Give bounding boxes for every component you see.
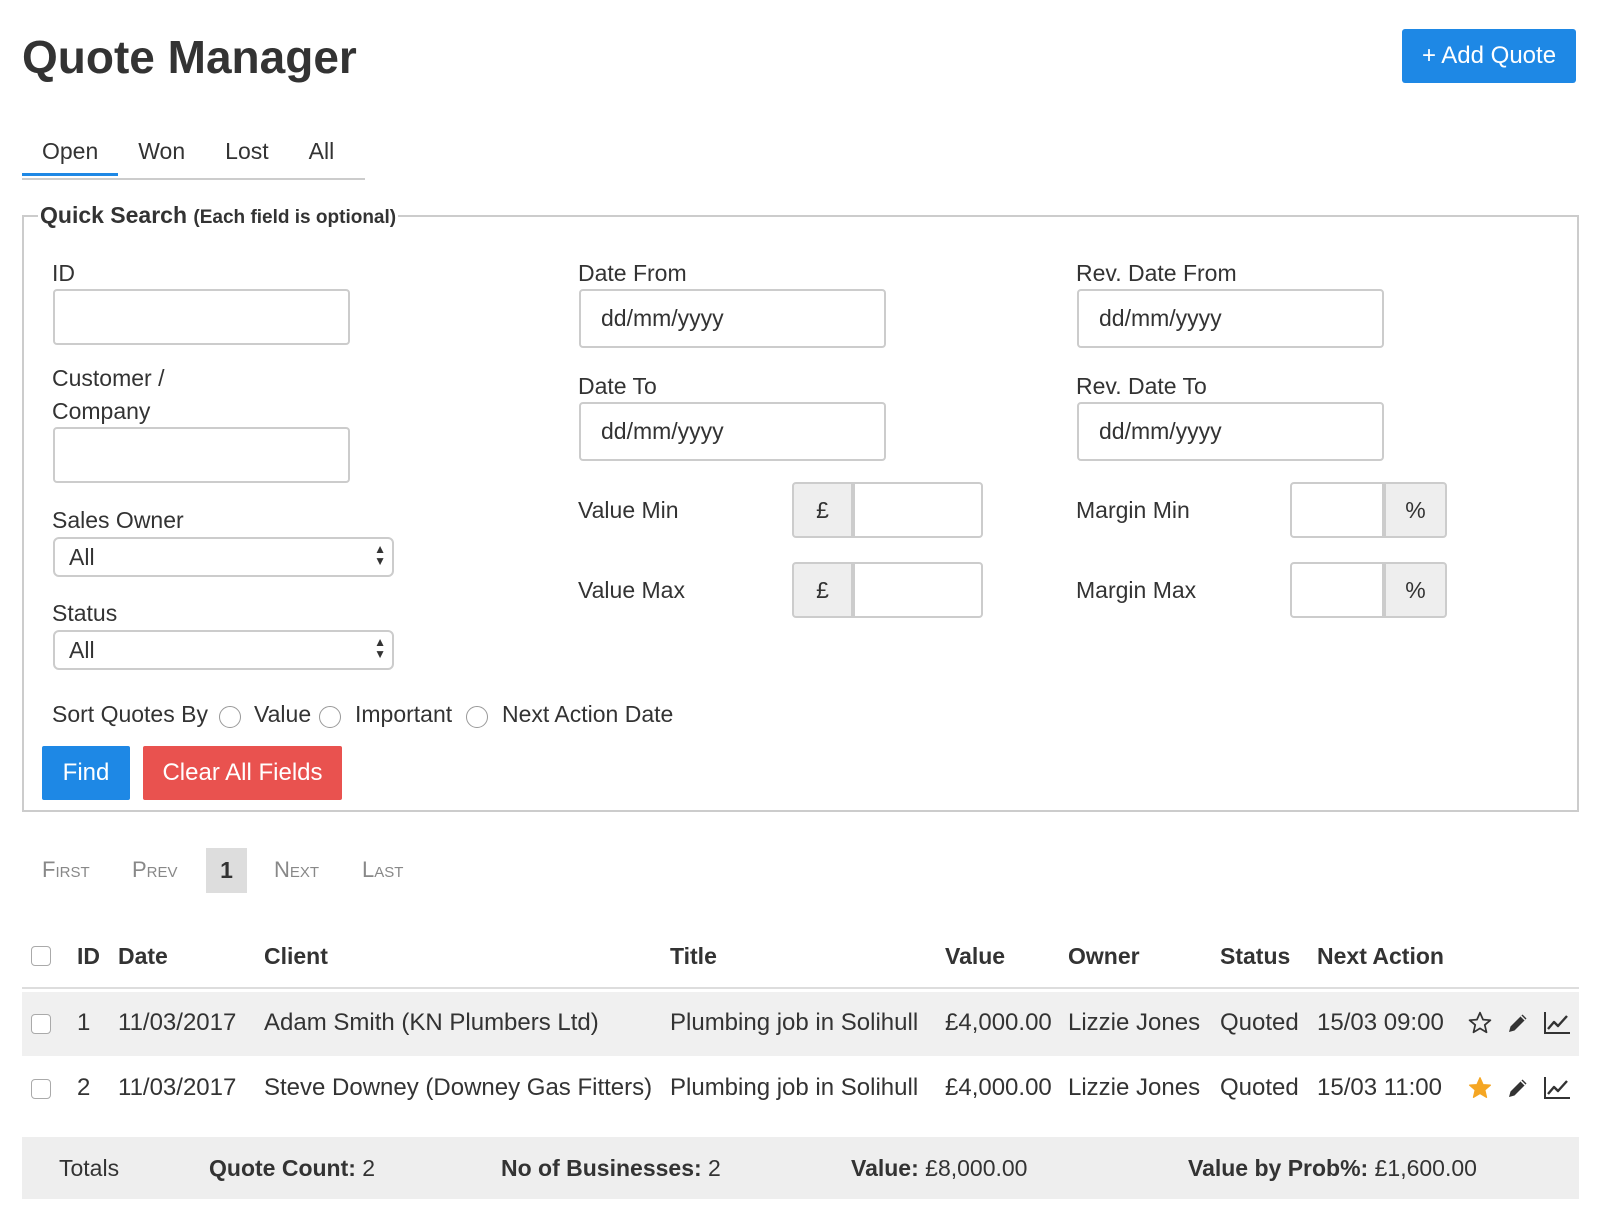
row-checkbox[interactable]	[31, 1079, 51, 1099]
customer-input[interactable]	[53, 427, 350, 483]
star-filled-icon[interactable]	[1467, 1075, 1493, 1101]
sort-value-radio[interactable]	[219, 706, 241, 728]
sales-owner-value: All	[69, 544, 95, 570]
rev-date-from-input[interactable]	[1077, 289, 1384, 348]
row-client: Adam Smith (KN Plumbers Ltd)	[264, 1009, 599, 1036]
select-arrows-icon: ▲ ▼	[374, 635, 386, 661]
margin-min-label: Margin Min	[1076, 497, 1190, 523]
currency-addon: £	[792, 562, 853, 618]
row-id: 1	[77, 1009, 91, 1036]
sort-label: Sort Quotes By	[52, 701, 208, 727]
margin-max-input[interactable]	[1290, 562, 1384, 618]
row-date: 11/03/2017	[118, 1009, 237, 1036]
row-value: £4,000.00	[945, 1009, 1052, 1036]
pager-current-page[interactable]: 1	[206, 848, 247, 893]
row-title: Plumbing job in Solihull	[670, 1074, 919, 1101]
status-label: Status	[52, 600, 118, 626]
row-client: Steve Downey (Downey Gas Fitters)	[264, 1074, 653, 1101]
tab-lost[interactable]: Lost	[205, 136, 288, 176]
row-id: 2	[77, 1074, 91, 1101]
sort-value-label[interactable]: Value	[254, 698, 311, 730]
id-input[interactable]	[53, 289, 350, 345]
customer-label-line1: Customer /	[52, 365, 165, 391]
col-header-next-action[interactable]: Next Action	[1317, 940, 1444, 972]
sort-important-radio[interactable]	[319, 706, 341, 728]
sales-owner-select[interactable]: All ▲ ▼	[53, 537, 394, 577]
col-header-owner[interactable]: Owner	[1068, 940, 1140, 972]
table-row: 1 11/03/2017 Adam Smith (KN Plumbers Ltd…	[22, 992, 1579, 1056]
rev-date-to-label: Rev. Date To	[1076, 373, 1207, 399]
pager-last[interactable]: Last	[362, 857, 403, 883]
sort-next-action-label[interactable]: Next Action Date	[502, 698, 673, 730]
date-from-label: Date From	[578, 260, 687, 286]
pencil-icon[interactable]	[1506, 1076, 1530, 1100]
totals-businesses: No of Businesses: 2	[501, 1155, 721, 1181]
rev-date-to-input[interactable]	[1077, 402, 1384, 461]
status-tabs: Open Won Lost All	[22, 136, 365, 180]
find-button[interactable]: Find	[42, 746, 130, 800]
row-title: Plumbing job in Solihull	[670, 1009, 919, 1036]
tab-won[interactable]: Won	[118, 136, 205, 176]
currency-addon: £	[792, 482, 853, 538]
sales-owner-label: Sales Owner	[52, 507, 184, 533]
trend-chart-icon[interactable]	[1543, 1010, 1571, 1036]
totals-quote-count: Quote Count: 2	[209, 1155, 376, 1181]
row-owner: Lizzie Jones	[1068, 1009, 1201, 1036]
trend-chart-icon[interactable]	[1543, 1075, 1571, 1101]
rev-date-from-label: Rev. Date From	[1076, 260, 1237, 286]
quick-search-note: (Each field is optional)	[193, 207, 397, 228]
status-value: All	[69, 637, 95, 663]
col-header-client[interactable]: Client	[264, 940, 328, 972]
date-to-input[interactable]	[579, 402, 886, 461]
totals-value: Value: £8,000.00	[851, 1155, 1028, 1181]
row-status: Quoted	[1220, 1009, 1299, 1036]
col-header-status[interactable]: Status	[1220, 940, 1290, 972]
margin-min-input[interactable]	[1290, 482, 1384, 538]
date-to-label: Date To	[578, 373, 657, 399]
pager-prev[interactable]: Prev	[132, 857, 178, 883]
select-all-checkbox[interactable]	[31, 946, 51, 966]
date-from-input[interactable]	[579, 289, 886, 348]
row-date: 11/03/2017	[118, 1074, 237, 1101]
row-owner: Lizzie Jones	[1068, 1074, 1201, 1101]
totals-label: Totals	[59, 1155, 120, 1181]
add-quote-button[interactable]: + Add Quote	[1402, 29, 1576, 83]
value-min-label: Value Min	[578, 497, 679, 523]
percent-addon: %	[1384, 562, 1447, 618]
totals-bar: Totals Quote Count: 2 No of Businesses: …	[22, 1137, 1579, 1199]
row-checkbox[interactable]	[31, 1014, 51, 1034]
col-header-value[interactable]: Value	[945, 940, 1005, 972]
margin-max-label: Margin Max	[1076, 577, 1197, 603]
col-header-id[interactable]: ID	[77, 940, 100, 972]
col-header-date[interactable]: Date	[118, 940, 168, 972]
row-value: £4,000.00	[945, 1074, 1052, 1101]
value-max-input[interactable]	[853, 562, 983, 618]
value-max-label: Value Max	[578, 577, 685, 603]
tab-open[interactable]: Open	[22, 136, 119, 176]
quick-search-legend: Quick Search (Each field is optional)	[40, 202, 397, 228]
pencil-icon[interactable]	[1506, 1011, 1530, 1035]
id-label: ID	[52, 260, 75, 286]
page-title: Quote Manager	[22, 31, 357, 83]
status-select[interactable]: All ▲ ▼	[53, 630, 394, 670]
value-min-input[interactable]	[853, 482, 983, 538]
row-status: Quoted	[1220, 1074, 1299, 1101]
table-header-divider	[22, 987, 1579, 989]
customer-label-line2: Company	[52, 398, 151, 424]
sort-next-action-radio[interactable]	[466, 706, 488, 728]
tab-all[interactable]: All	[289, 136, 355, 176]
row-next-action: 15/03 11:00	[1317, 1074, 1443, 1101]
col-header-title[interactable]: Title	[670, 940, 717, 972]
star-outline-icon[interactable]	[1467, 1010, 1493, 1036]
row-next-action: 15/03 09:00	[1317, 1009, 1444, 1036]
percent-addon: %	[1384, 482, 1447, 538]
clear-all-button[interactable]: Clear All Fields	[143, 746, 342, 800]
sort-important-label[interactable]: Important	[355, 698, 452, 730]
pager-first[interactable]: First	[42, 857, 90, 883]
table-row: 2 11/03/2017 Steve Downey (Downey Gas Fi…	[22, 1057, 1579, 1121]
pager-next[interactable]: Next	[274, 857, 319, 883]
totals-value-by-prob: Value by Prob%: £1,600.00	[1188, 1155, 1477, 1181]
select-arrows-icon: ▲ ▼	[374, 542, 386, 568]
